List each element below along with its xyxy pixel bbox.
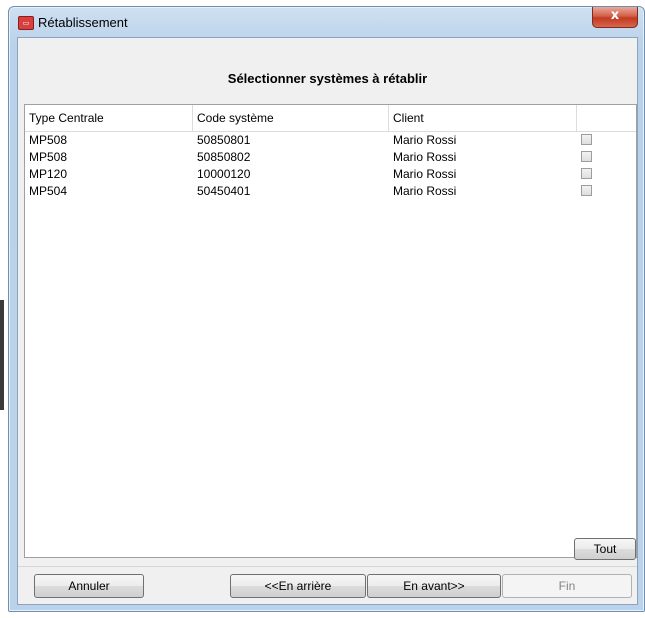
cell-code: 10000120 [197, 167, 251, 181]
cell-type: MP504 [29, 184, 68, 198]
table-row[interactable]: MP504 50450401 Mario Rossi [25, 184, 636, 199]
row-checkbox[interactable] [581, 134, 592, 145]
dialog-window: ▭ Rétablissement x Sélectionner systèmes… [8, 6, 645, 612]
title-bar: ▭ Rétablissement x [9, 7, 644, 37]
header-panel: Sélectionner systèmes à rétablir [18, 38, 637, 102]
cell-client: Mario Rossi [393, 150, 457, 164]
cell-code: 50850802 [197, 150, 251, 164]
cell-type: MP508 [29, 150, 68, 164]
column-header-client[interactable]: Client [389, 105, 577, 131]
cell-type: MP120 [29, 167, 68, 181]
cell-type: MP508 [29, 133, 68, 147]
dialog-client-area: Sélectionner systèmes à rétablir Type Ce… [17, 37, 638, 605]
back-button[interactable]: <<En arrière [230, 574, 366, 598]
cell-client: Mario Rossi [393, 133, 457, 147]
cancel-button[interactable]: Annuler [34, 574, 144, 598]
cell-client: Mario Rossi [393, 167, 457, 181]
table-row[interactable]: MP508 50850801 Mario Rossi [25, 133, 636, 148]
footer-divider [18, 566, 637, 567]
column-header-type[interactable]: Type Centrale [25, 105, 193, 131]
systems-grid[interactable]: Type Centrale Code système Client MP508 … [24, 104, 637, 558]
window-title: Rétablissement [38, 15, 128, 30]
finish-button[interactable]: Fin [502, 574, 632, 598]
next-button[interactable]: En avant>> [367, 574, 501, 598]
background-edge [0, 300, 4, 410]
grid-header: Type Centrale Code système Client [25, 105, 636, 132]
table-row[interactable]: MP120 10000120 Mario Rossi [25, 167, 636, 182]
table-row[interactable]: MP508 50850802 Mario Rossi [25, 150, 636, 165]
close-button[interactable]: x [592, 7, 638, 28]
cell-code: 50850801 [197, 133, 251, 147]
row-checkbox[interactable] [581, 168, 592, 179]
app-icon: ▭ [18, 16, 34, 30]
column-header-code[interactable]: Code système [193, 105, 389, 131]
row-checkbox[interactable] [581, 185, 592, 196]
page-title: Sélectionner systèmes à rétablir [227, 71, 428, 86]
row-checkbox[interactable] [581, 151, 592, 162]
column-header-select[interactable] [577, 105, 636, 131]
select-all-button[interactable]: Tout [574, 538, 636, 560]
cell-code: 50450401 [197, 184, 251, 198]
cell-client: Mario Rossi [393, 184, 457, 198]
